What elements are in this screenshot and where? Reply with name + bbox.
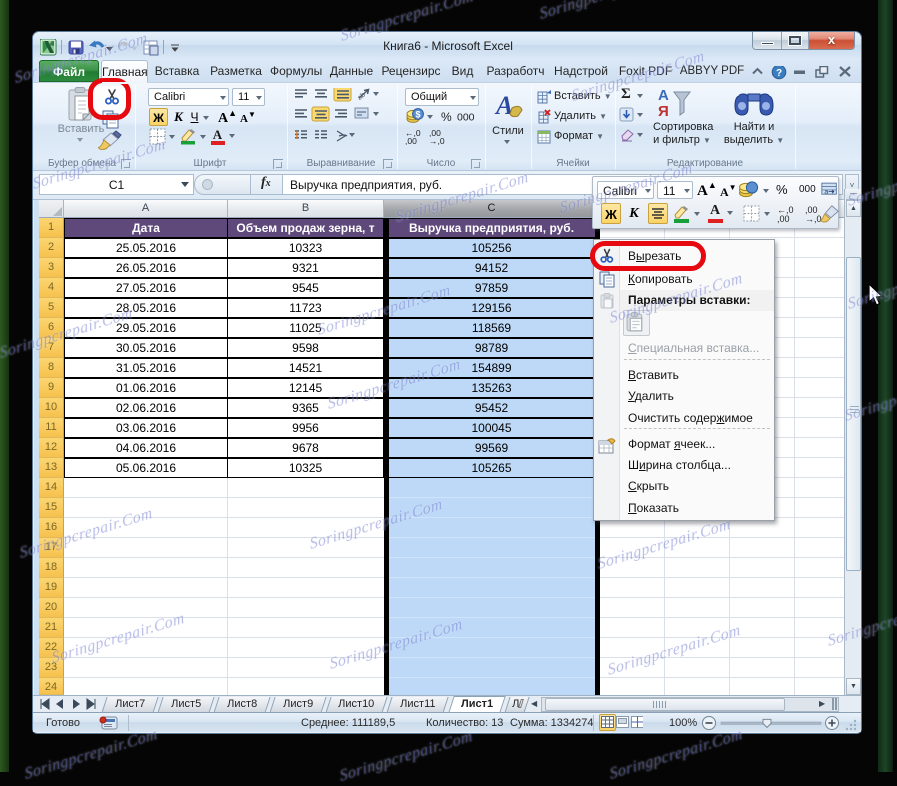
svg-text:a: a [824,188,828,195]
svg-text:$: $ [415,109,420,119]
svg-text:A: A [494,91,513,120]
svg-text:%: % [441,110,452,124]
svg-text:→,0: →,0 [429,136,445,146]
svg-text:000: 000 [457,112,475,124]
svg-text:,00: ,00 [405,136,417,146]
svg-text:?: ? [776,68,782,79]
svg-text:А: А [658,87,669,104]
svg-text:Я: Я [658,103,669,120]
svg-text:,00: ,00 [777,214,790,224]
